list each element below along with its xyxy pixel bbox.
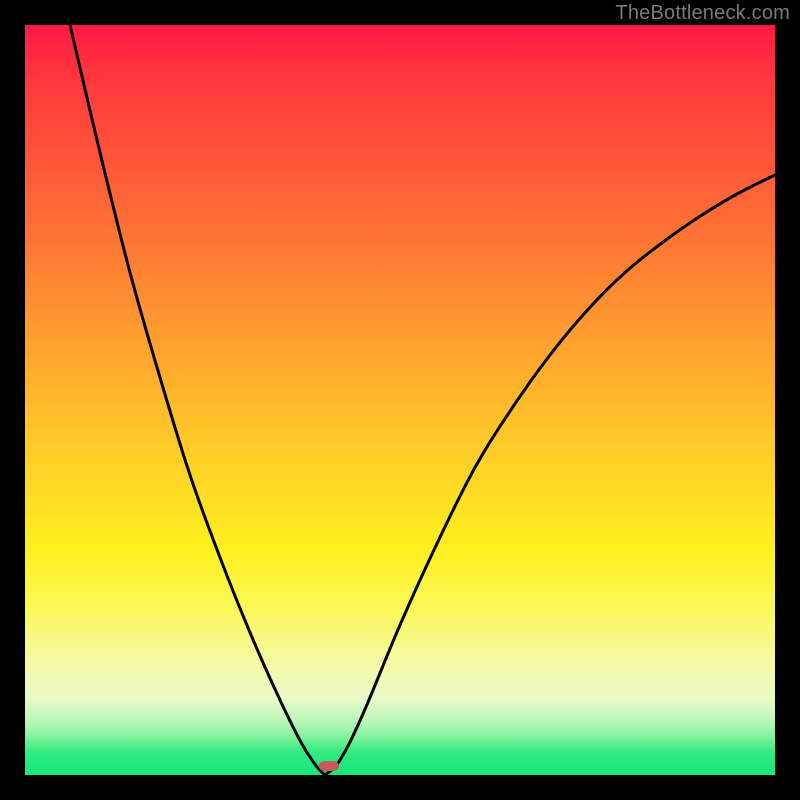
plot-area [25, 25, 775, 775]
curve-path [70, 25, 775, 775]
optimal-marker [319, 761, 339, 771]
watermark-text: TheBottleneck.com [615, 2, 790, 25]
bottleneck-curve [25, 25, 775, 775]
outer-frame: TheBottleneck.com [0, 0, 800, 800]
